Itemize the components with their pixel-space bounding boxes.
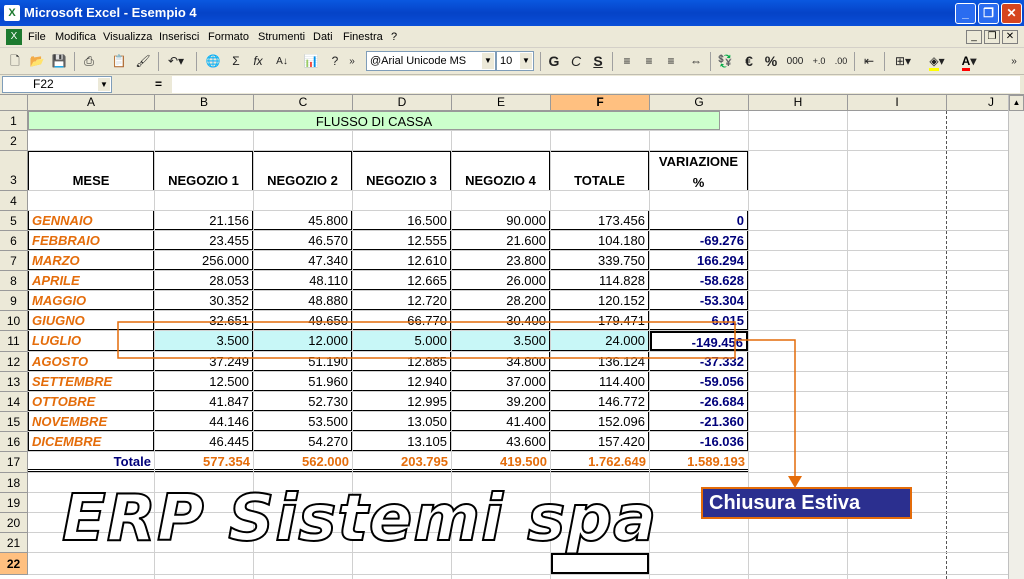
connector-line (735, 339, 796, 478)
callout-connector (117, 321, 802, 488)
highlight-outline (117, 321, 736, 359)
arrow-head-icon (788, 476, 802, 488)
